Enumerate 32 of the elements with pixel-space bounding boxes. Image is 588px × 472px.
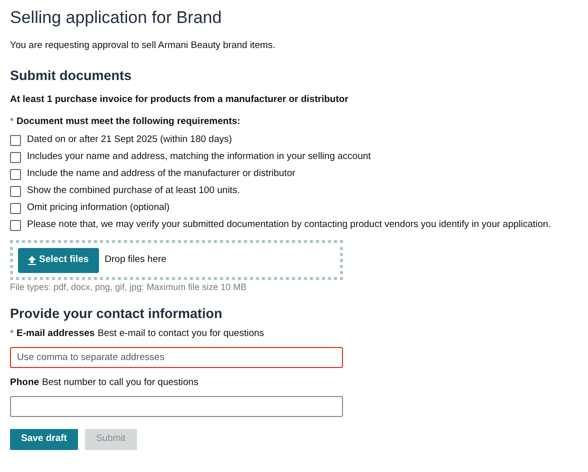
- section-heading: Provide your contact information: [10, 305, 224, 323]
- checkbox[interactable]: [10, 169, 21, 180]
- requirement-label: Dated on or after 21 Sept 2025 (within 180 days): [27, 133, 232, 148]
- required-asterisk: *: [10, 327, 14, 340]
- field-hint: Best number to call you for questions: [42, 376, 198, 390]
- requirements-label: Document must meet the following requirements:: [16, 114, 240, 129]
- intro-text: You are requesting approval to sell Armani Beauty brand items.: [10, 39, 276, 53]
- section-heading: Submit documents: [10, 67, 133, 85]
- required-asterisk: *: [10, 115, 14, 128]
- input-field[interactable]: [10, 396, 343, 417]
- file-types-note: File types: pdf, docx, png, gif, jpg: Maximum file size 10 MB: [10, 281, 248, 293]
- input-field[interactable]: Use comma to separate addresses: [10, 347, 343, 368]
- field-label: Phone: [10, 376, 40, 390]
- drop-zone[interactable]: Select files Drop files here: [10, 240, 343, 280]
- page-title: Selling application for Brand: [10, 7, 223, 29]
- save-draft-button[interactable]: Save draft: [10, 429, 78, 450]
- requirement-label: Omit pricing information (optional): [27, 201, 170, 216]
- drop-text: Drop files here: [104, 252, 166, 267]
- checkbox[interactable]: [10, 203, 21, 214]
- requirement-label: Include the name and address of the manufacturer or distributor: [27, 167, 296, 182]
- select-files-button[interactable]: Select files: [18, 248, 99, 272]
- checkbox[interactable]: [10, 152, 21, 163]
- checkbox[interactable]: [10, 135, 21, 146]
- checkbox[interactable]: [10, 186, 21, 197]
- upload-icon: [28, 256, 36, 264]
- requirement-label: Please note that, we may verify your submitted documentation by contacting product vendors you identify in your application.: [27, 218, 551, 232]
- requirement-label: Includes your name and address, matching the information in your selling account: [27, 150, 371, 164]
- field-label: E-mail addresses: [16, 326, 95, 341]
- section-subheading: At least 1 purchase invoice for products from a manufacturer or distributor: [10, 93, 350, 107]
- checkbox[interactable]: [10, 220, 21, 231]
- requirement-label: Show the combined purchase of at least 100 units.: [27, 184, 240, 198]
- field-hint: Best e-mail to contact you for questions: [98, 326, 264, 341]
